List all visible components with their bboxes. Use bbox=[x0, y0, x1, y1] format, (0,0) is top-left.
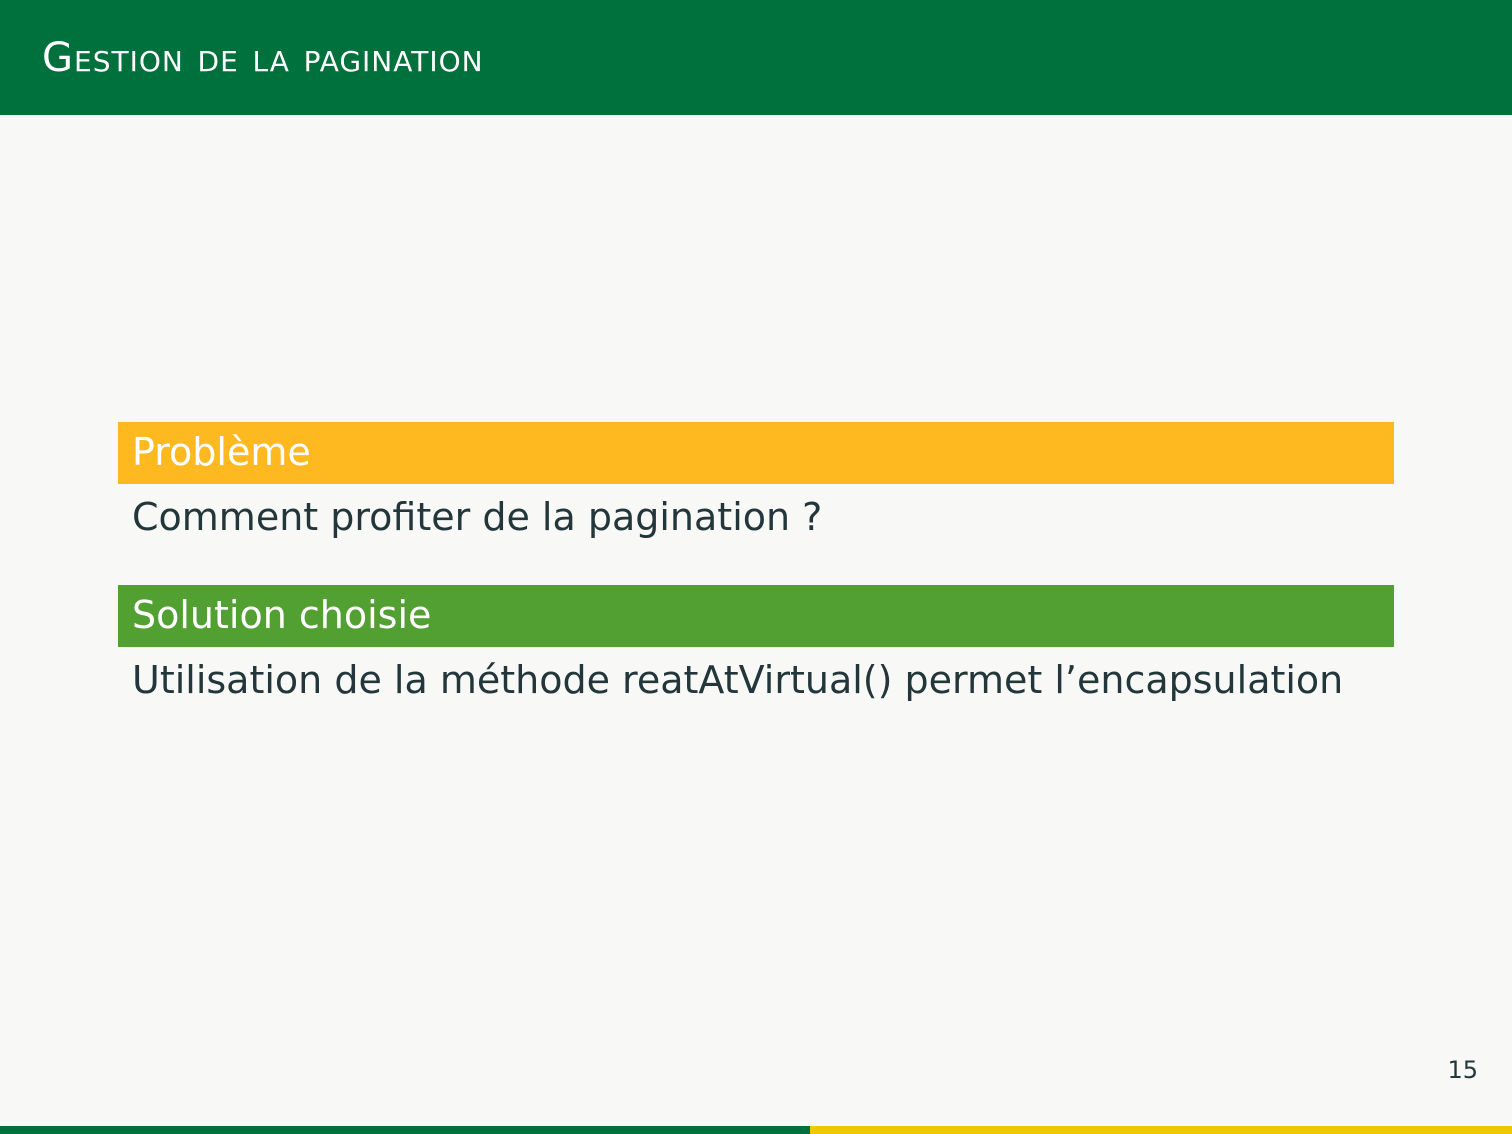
solution-block-header: Solution choisie bbox=[118, 585, 1394, 647]
page-number: 15 bbox=[1447, 1056, 1478, 1084]
slide-title: Gestion de la pagination bbox=[42, 35, 484, 81]
footer-progress-bar-filled bbox=[0, 1126, 810, 1134]
probleme-block-body: Comment profiter de la pagination ? bbox=[132, 495, 823, 539]
solution-block: Solution choisie Utilisation de la métho… bbox=[118, 585, 1394, 709]
footer-progress-bar-remaining bbox=[810, 1126, 1512, 1134]
solution-block-body: Utilisation de la méthode reatAtVirtual(… bbox=[132, 658, 1344, 702]
probleme-block-header: Problème bbox=[118, 422, 1394, 484]
probleme-block: Problème Comment profiter de la paginati… bbox=[118, 422, 1394, 546]
slide-title-bar: Gestion de la pagination bbox=[0, 0, 1512, 115]
